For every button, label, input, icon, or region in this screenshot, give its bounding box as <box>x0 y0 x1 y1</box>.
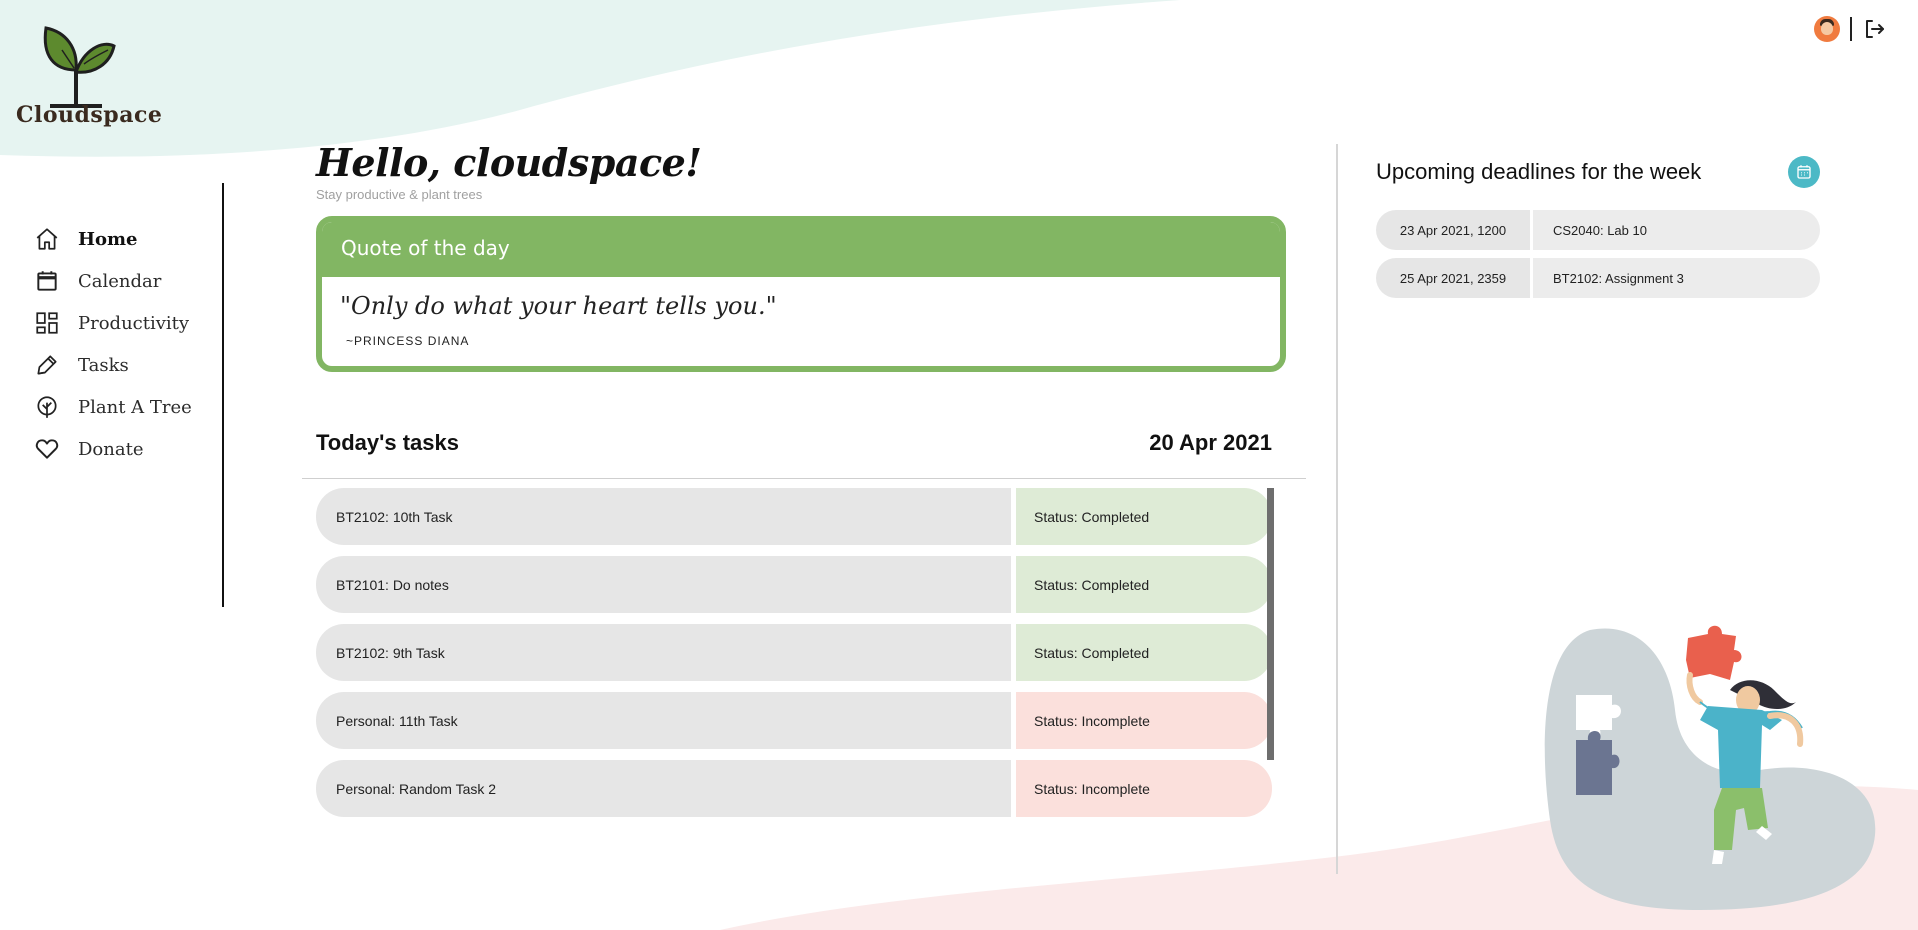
sidebar-item-home[interactable]: Home <box>34 218 192 260</box>
tasks-date: 20 Apr 2021 <box>1149 430 1272 455</box>
table-row[interactable]: BT2102: 10th Task Status: Completed <box>316 488 1272 545</box>
task-name: BT2102: 9th Task <box>316 624 1011 681</box>
table-row[interactable]: Personal: 11th Task Status: Incomplete <box>316 692 1272 749</box>
deadlines-list: 23 Apr 2021, 1200 CS2040: Lab 10 25 Apr … <box>1376 210 1820 298</box>
table-row[interactable]: BT2101: Do notes Status: Completed <box>316 556 1272 613</box>
quote-text: "Only do what your heart tells you." <box>340 292 777 320</box>
top-bar <box>1814 16 1886 42</box>
tasks-divider <box>302 478 1306 479</box>
list-item[interactable]: 23 Apr 2021, 1200 CS2040: Lab 10 <box>1376 210 1820 250</box>
tasks-header: Today's tasks 20 Apr 2021 <box>316 430 1272 456</box>
right-panel-divider <box>1336 144 1338 874</box>
topbar-divider <box>1850 17 1852 41</box>
tasks-scrollbar[interactable] <box>1267 488 1274 760</box>
task-status: Status: Completed <box>1016 488 1272 545</box>
user-avatar-icon[interactable] <box>1814 16 1840 42</box>
main-content: Hello, cloudspace! Stay productive & pla… <box>316 140 1306 372</box>
task-status: Status: Completed <box>1016 556 1272 613</box>
sidebar-item-plant-a-tree[interactable]: Plant A Tree <box>34 386 192 428</box>
list-item[interactable]: 25 Apr 2021, 2359 BT2102: Assignment 3 <box>1376 258 1820 298</box>
table-row[interactable]: Personal: Random Task 2 Status: Incomple… <box>316 760 1272 817</box>
deadline-name: BT2102: Assignment 3 <box>1533 258 1820 298</box>
home-icon <box>36 228 58 250</box>
task-name: Personal: Random Task 2 <box>316 760 1011 817</box>
tasks-title: Today's tasks <box>316 430 459 455</box>
task-name: BT2102: 10th Task <box>316 488 1011 545</box>
sidebar-item-label: Tasks <box>78 354 129 376</box>
task-status: Status: Incomplete <box>1016 760 1272 817</box>
sidebar-item-label: Home <box>78 228 138 250</box>
page-title: Hello, cloudspace! <box>316 140 702 185</box>
task-name: BT2101: Do notes <box>316 556 1011 613</box>
sidebar-item-label: Calendar <box>78 270 162 292</box>
deadlines-title: Upcoming deadlines for the week <box>1376 159 1702 184</box>
quote-card: Quote of the day "Only do what your hear… <box>316 216 1286 372</box>
heart-icon <box>35 439 59 459</box>
sidebar-item-tasks[interactable]: Tasks <box>34 344 192 386</box>
sidebar-nav: Home Calendar Productivity Tasks Plant A… <box>34 218 192 470</box>
deadlines-header: Upcoming deadlines for the week <box>1376 156 1820 188</box>
deadline-date: 23 Apr 2021, 1200 <box>1376 210 1530 250</box>
logo-wordmark: Cloudspace <box>16 102 163 128</box>
sidebar-item-label: Donate <box>78 438 144 460</box>
sidebar-item-productivity[interactable]: Productivity <box>34 302 192 344</box>
page-subtitle: Stay productive & plant trees <box>316 187 483 202</box>
task-status: Status: Completed <box>1016 624 1272 681</box>
tree-icon <box>37 396 57 418</box>
quote-heading: Quote of the day <box>322 222 1280 277</box>
task-status: Status: Incomplete <box>1016 692 1272 749</box>
sidebar-item-donate[interactable]: Donate <box>34 428 192 470</box>
deadline-date: 25 Apr 2021, 2359 <box>1376 258 1530 298</box>
calendar-icon <box>37 271 57 291</box>
dashboard-icon <box>36 312 58 334</box>
sidebar-item-label: Productivity <box>78 312 190 334</box>
calendar-icon[interactable] <box>1788 156 1820 188</box>
tasks-list: BT2102: 10th Task Status: Completed BT21… <box>316 488 1272 828</box>
sidebar-divider <box>222 183 224 607</box>
logout-icon[interactable] <box>1862 17 1886 41</box>
pen-icon <box>37 355 57 375</box>
deadline-name: CS2040: Lab 10 <box>1533 210 1820 250</box>
quote-body: "Only do what your heart tells you." ~PR… <box>322 276 1280 366</box>
table-row[interactable]: BT2102: 9th Task Status: Completed <box>316 624 1272 681</box>
sidebar-item-calendar[interactable]: Calendar <box>34 260 192 302</box>
quote-author: ~PRINCESS DIANA <box>346 334 470 348</box>
deadlines-panel: Upcoming deadlines for the week 23 Apr 2… <box>1376 156 1820 306</box>
task-name: Personal: 11th Task <box>316 692 1011 749</box>
puzzle-person-illustration <box>1544 625 1876 910</box>
sidebar-item-label: Plant A Tree <box>78 396 192 418</box>
